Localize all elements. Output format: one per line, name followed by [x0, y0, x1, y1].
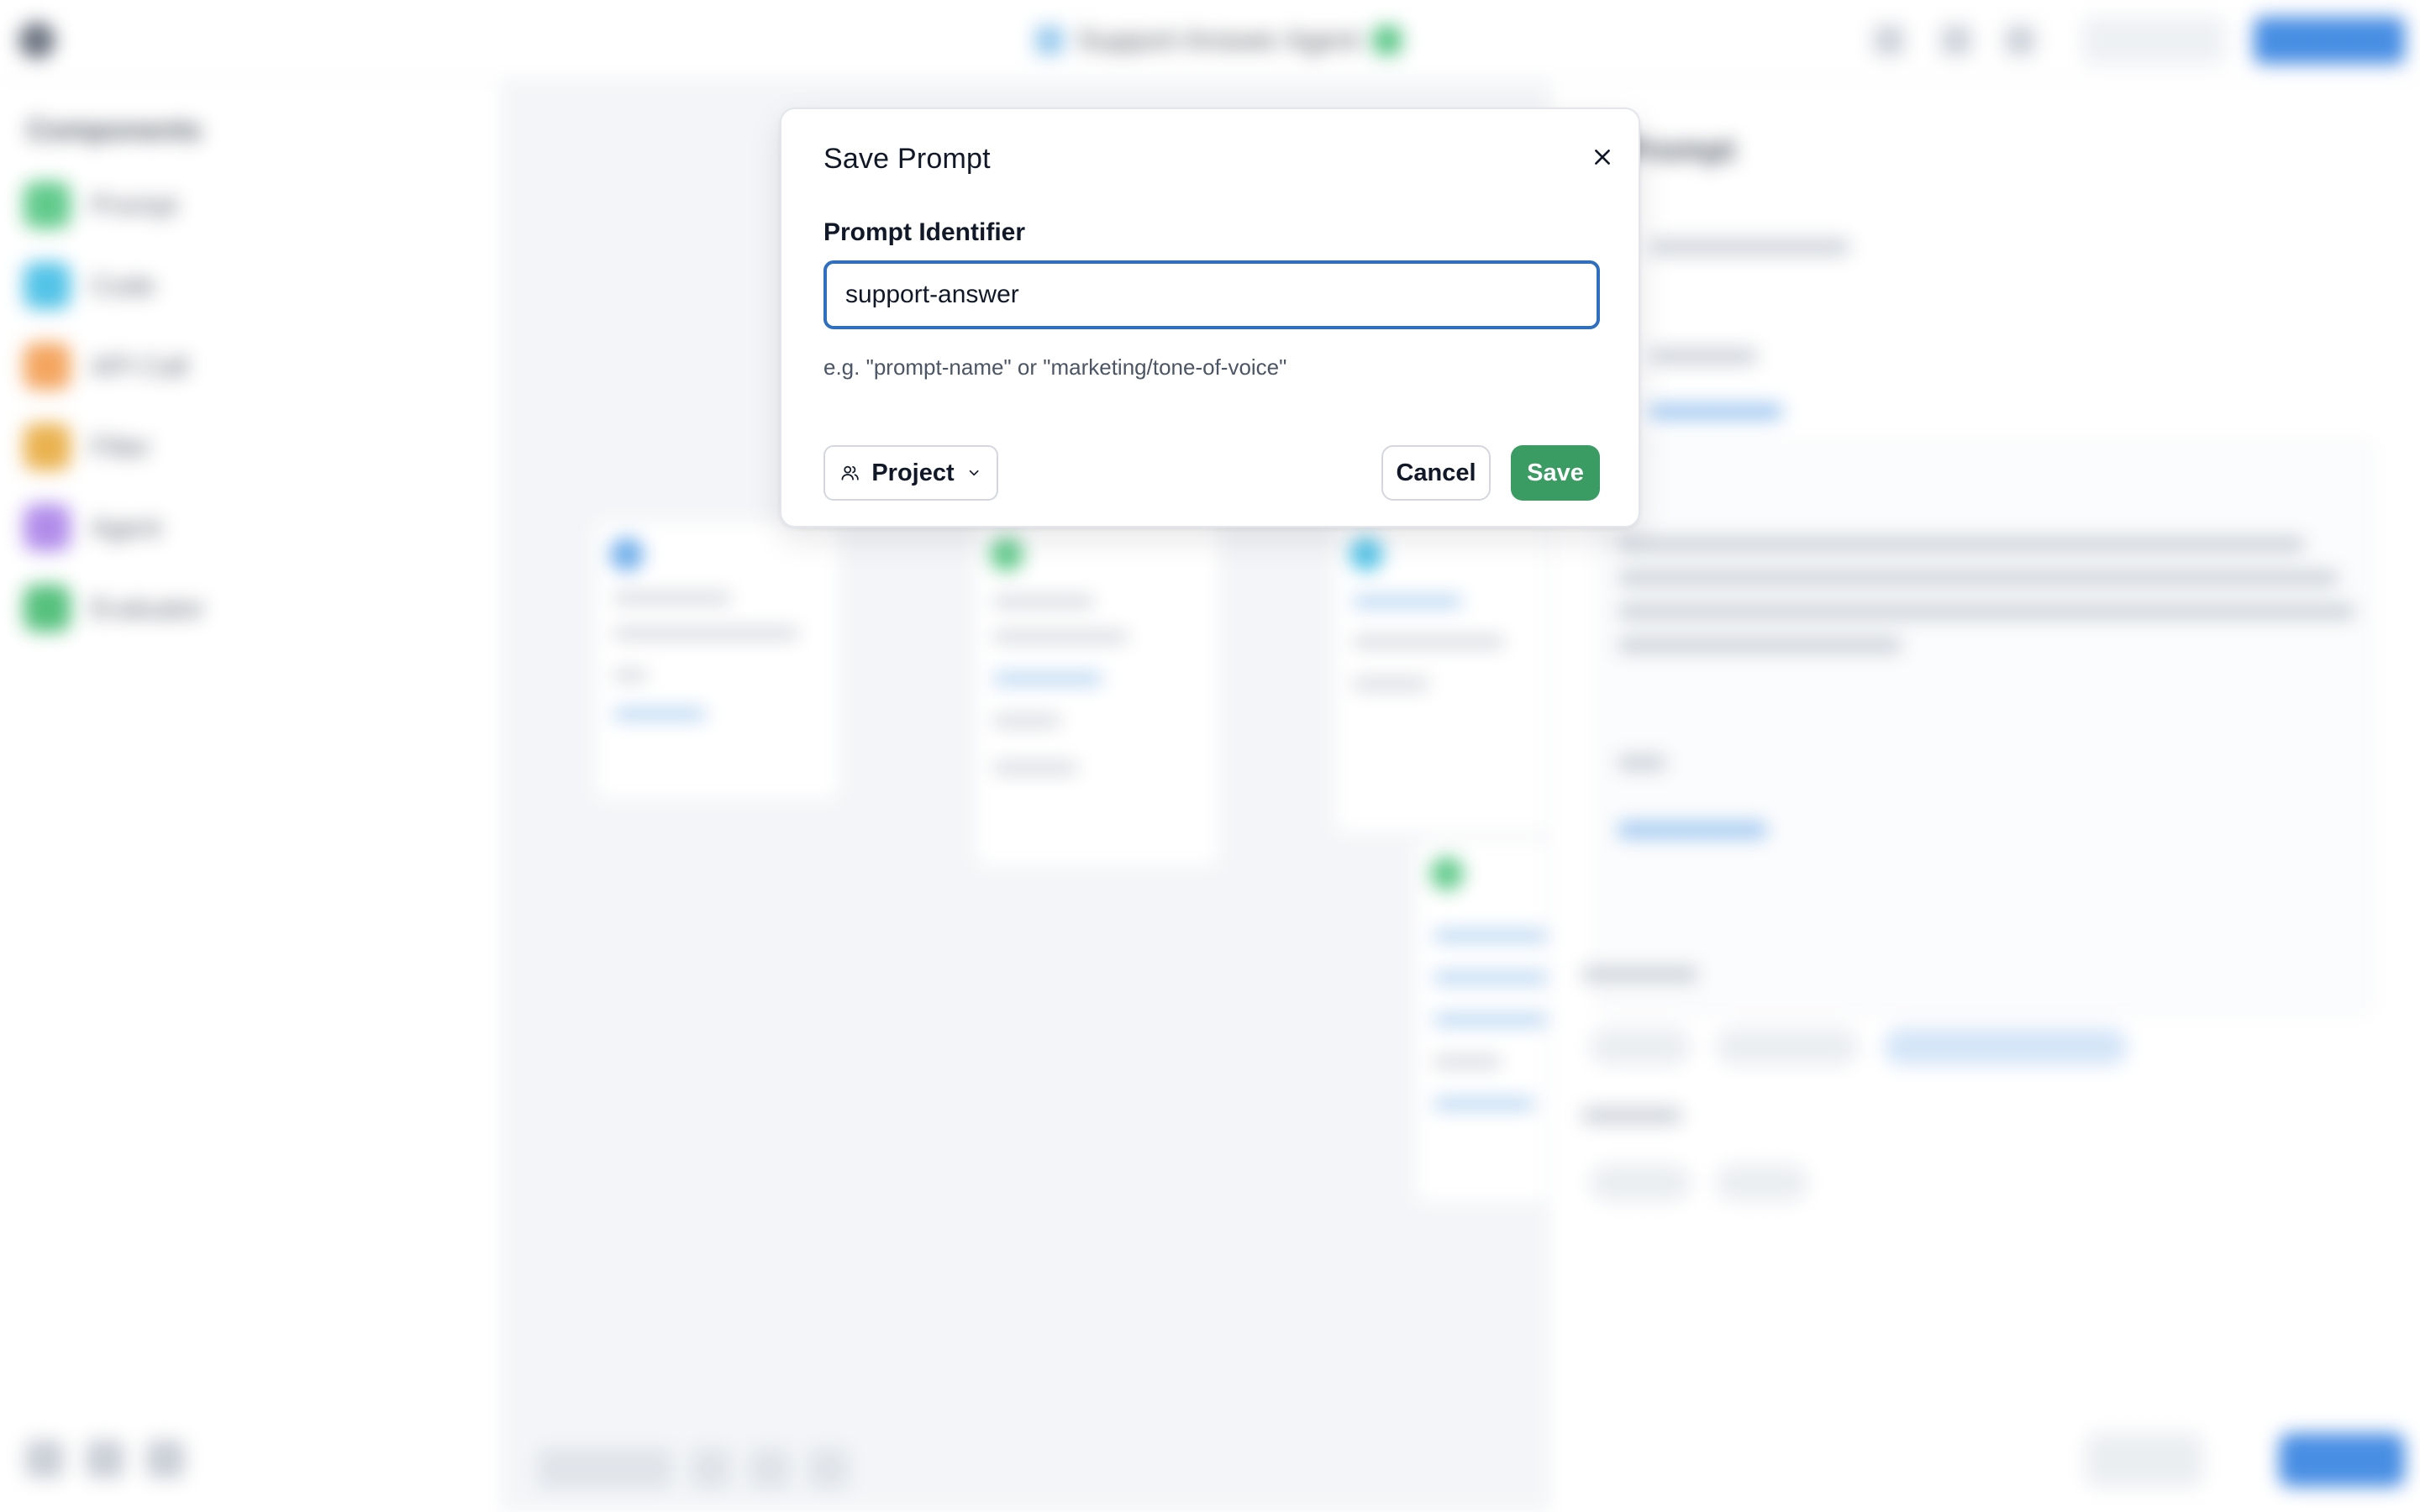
users-icon: [841, 465, 859, 480]
close-button[interactable]: [1583, 138, 1622, 176]
prompt-identifier-label: Prompt Identifier: [823, 218, 1026, 246]
save-button[interactable]: Save: [1511, 445, 1600, 501]
scope-label: Project: [871, 459, 955, 486]
chevron-down-icon: [969, 470, 979, 476]
identifier-hint: e.g. "prompt-name" or "marketing/tone-of…: [823, 354, 1287, 380]
dialog-title: Save Prompt: [823, 143, 991, 175]
save-prompt-dialog: Save Prompt Prompt Identifier e.g. "prom…: [780, 108, 1640, 528]
prompt-identifier-input[interactable]: [823, 260, 1600, 329]
cancel-button[interactable]: Cancel: [1381, 445, 1491, 501]
scope-dropdown[interactable]: Project: [823, 445, 998, 501]
close-icon: [1595, 150, 1610, 165]
